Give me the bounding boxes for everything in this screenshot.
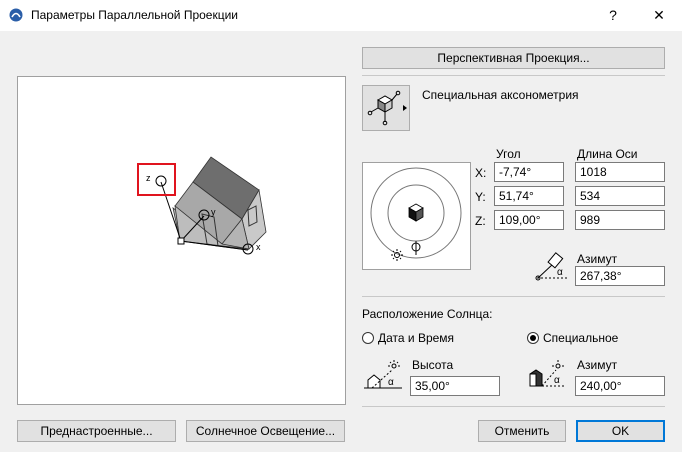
sun-azimuth-label: Азимут [577,358,618,372]
camera-azimuth-icon: α [535,252,569,281]
separator [362,75,665,76]
special-radio[interactable] [527,332,539,344]
cancel-button[interactable]: Отменить [478,420,566,442]
axis-z-angle-field[interactable]: 109,00° [494,210,564,230]
ok-button[interactable]: OK [576,420,665,442]
sun-azimuth-icon: α [529,360,566,387]
azimuth-label: Азимут [577,252,618,266]
sun-height-icon: α [364,360,402,389]
help-button[interactable]: ? [591,0,635,31]
axis-z-label: z [146,173,151,183]
axis-z-row-label: Z: [475,214,486,228]
sun-azimuth-field[interactable]: 240,00° [575,376,665,396]
angle-header: Угол [496,147,521,161]
projection-mode-label: Специальная аксонометрия [422,88,579,102]
svg-text:α: α [388,377,394,388]
presets-button[interactable]: Преднастроенные... [17,420,176,442]
app-icon [9,8,23,22]
separator [362,406,665,407]
axis-x-angle-field[interactable]: -7,74° [494,162,564,182]
azimuth-field[interactable]: 267,38° [575,266,665,286]
axis-y-label: y [211,207,216,217]
title-bar: Параметры Параллельной Проекции ? ✕ [0,0,682,32]
axis-x-label: x [256,242,261,252]
date-time-radio[interactable] [362,332,374,344]
axis-y-length-field[interactable]: 534 [575,186,665,206]
date-time-label[interactable]: Дата и Время [378,331,454,345]
axis-length-header: Длина Оси [577,147,638,161]
projection-preview[interactable]: z y x [17,76,346,405]
svg-text:α: α [554,375,560,386]
axis-y-angle-field[interactable]: 51,74° [494,186,564,206]
projection-type-selector[interactable] [362,85,410,131]
axis-z-length-field[interactable]: 989 [575,210,665,230]
close-button[interactable]: ✕ [637,0,681,31]
sun-lighting-button[interactable]: Солнечное Освещение... [186,420,345,442]
axis-y-row-label: Y: [475,190,486,204]
window-title: Параметры Параллельной Проекции [31,8,238,22]
house-preview-graphic: z y x [137,156,267,255]
axis-x-row-label: X: [475,166,487,180]
angle-dial[interactable] [362,162,471,270]
svg-text:α: α [557,267,563,278]
axonometry-icon [367,90,407,126]
sun-position-label: Расположение Солнца: [362,307,493,321]
sun-height-label: Высота [412,358,454,372]
separator [362,296,665,297]
perspective-projection-button[interactable]: Перспективная Проекция... [362,47,665,69]
sun-height-field[interactable]: 35,00° [410,376,500,396]
axis-x-length-field[interactable]: 1018 [575,162,665,182]
special-label[interactable]: Специальное [543,331,618,345]
